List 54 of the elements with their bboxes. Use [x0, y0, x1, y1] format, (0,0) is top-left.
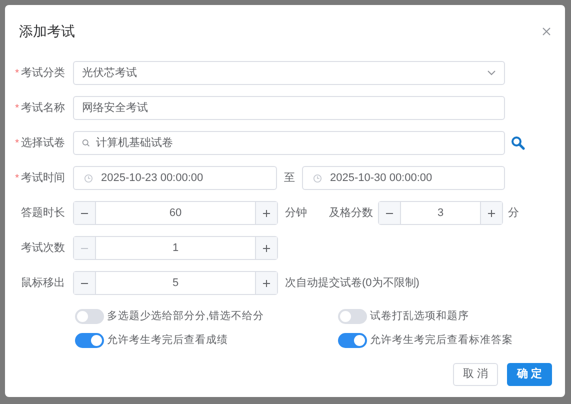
- field-label: 答题时长: [21, 206, 65, 221]
- unit-label: 次自动提交试卷(0为不限制): [285, 276, 420, 291]
- end-date-field[interactable]: 2025-10-30 00:00:00: [302, 166, 505, 190]
- unit-label: 分钟: [285, 206, 307, 221]
- clock-icon: [84, 174, 93, 182]
- required-mark: *: [15, 136, 19, 150]
- close-icon[interactable]: [542, 27, 551, 36]
- toggle-switch[interactable]: [338, 309, 367, 324]
- toggle-switch[interactable]: [75, 309, 104, 324]
- switch-label: 多选题少选给部分分,错选不给分: [107, 309, 264, 324]
- required-mark: *: [15, 102, 19, 116]
- field-label: 选择试卷: [21, 136, 65, 151]
- number-stepper[interactable]: 5: [73, 271, 278, 295]
- search-icon[interactable]: [511, 136, 525, 150]
- plus-button[interactable]: [255, 272, 277, 294]
- field-label: 鼠标移出: [21, 276, 65, 291]
- plus-button[interactable]: [255, 202, 277, 224]
- category-select[interactable]: 光伏芯考试: [73, 61, 505, 85]
- field-label: 及格分数: [329, 206, 374, 221]
- field-label: 考试名称: [21, 100, 65, 116]
- paper-field[interactable]: 计算机基础试卷: [73, 131, 505, 155]
- stepper-value: 5: [171, 276, 180, 291]
- field-label: 考试次数: [21, 240, 65, 256]
- number-stepper[interactable]: 60: [73, 201, 278, 225]
- plus-icon: [262, 208, 271, 218]
- dialog-title: 添加考试: [19, 22, 75, 41]
- start-date-field[interactable]: 2025-10-23 00:00:00: [73, 166, 277, 190]
- required-mark: *: [15, 66, 19, 80]
- switch-label: 允许考生考完后查看成绩: [107, 332, 228, 348]
- toggle-switch[interactable]: [75, 333, 104, 348]
- number-stepper[interactable]: 1: [73, 236, 278, 260]
- plus-button[interactable]: [480, 202, 502, 224]
- number-stepper[interactable]: 3: [378, 201, 503, 225]
- search-icon: [82, 139, 90, 147]
- unit-label: 分: [508, 206, 519, 221]
- switch-label: 允许考生考完后查看标准答案: [370, 332, 513, 348]
- field-label: 考试分类: [21, 66, 65, 81]
- plus-icon: [487, 208, 496, 218]
- toggle-switch[interactable]: [338, 333, 367, 348]
- confirm-button[interactable]: 确 定: [507, 362, 552, 386]
- plus-button[interactable]: [255, 237, 277, 259]
- stepper-value: 1: [171, 240, 180, 256]
- cancel-button[interactable]: 取 消: [453, 362, 498, 386]
- plus-icon: [262, 244, 271, 252]
- stepper-value: 3: [436, 206, 445, 221]
- required-mark: *: [15, 172, 19, 186]
- switch-label: 试卷打乱选项和题序: [370, 309, 469, 324]
- field-label: 考试时间: [21, 170, 65, 186]
- text-field[interactable]: 网络安全考试: [73, 96, 505, 120]
- plus-icon: [262, 278, 271, 288]
- range-separator: 至: [283, 170, 296, 186]
- clock-icon: [313, 174, 322, 182]
- stepper-value: 60: [168, 206, 183, 221]
- chevron-down-icon: [487, 70, 496, 76]
